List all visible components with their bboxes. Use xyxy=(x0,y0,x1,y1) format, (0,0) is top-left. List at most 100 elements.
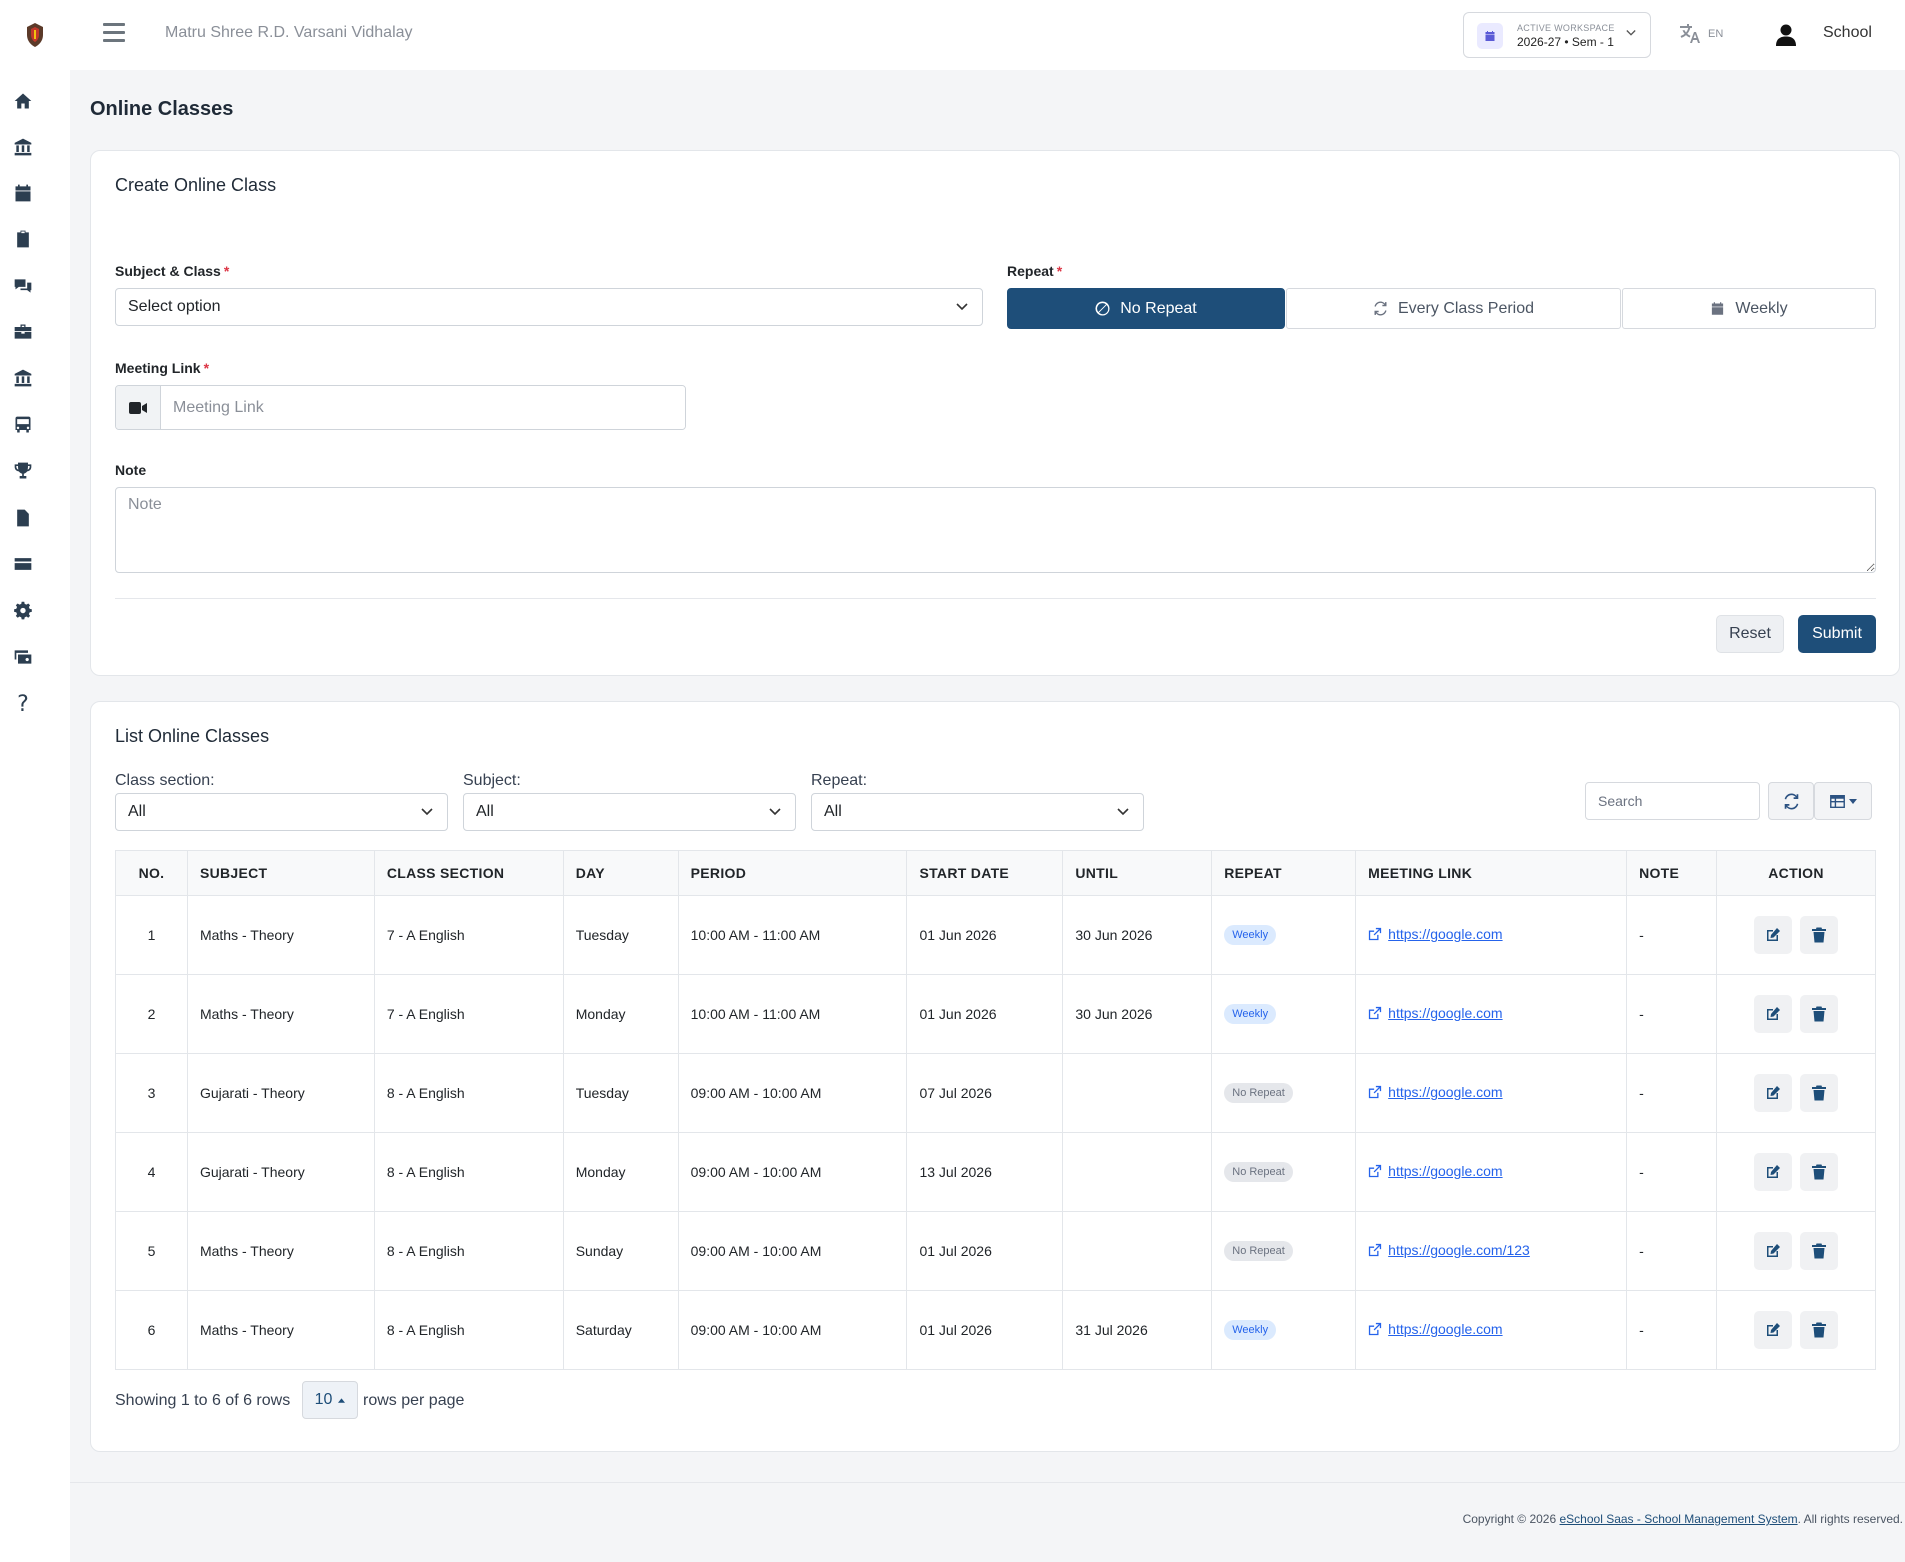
cell-start-date: 01 Jul 2026 xyxy=(906,1211,1064,1291)
trash-icon xyxy=(1811,1243,1827,1259)
copyright-suffix: . All rights reserved. xyxy=(1797,1512,1903,1526)
sidebar-item-fees[interactable] xyxy=(11,645,35,669)
delete-button[interactable] xyxy=(1800,1232,1838,1270)
translate-icon xyxy=(1680,24,1700,43)
pagination-info: Showing 1 to 6 of 6 rows xyxy=(115,1392,291,1409)
menu-toggle-icon[interactable] xyxy=(103,23,125,45)
repeat-option-weekly[interactable]: Weekly xyxy=(1622,288,1876,329)
user-name[interactable]: School xyxy=(1823,24,1872,42)
workspace-selector[interactable]: ACTIVE WORKSPACE 2026-27 • Sem - 1 xyxy=(1463,12,1651,58)
repeat-option-no-repeat[interactable]: No Repeat xyxy=(1007,288,1285,329)
subject-filter-select[interactable]: All xyxy=(463,793,796,831)
meeting-link[interactable]: https://google.com xyxy=(1368,1321,1503,1337)
delete-button[interactable] xyxy=(1800,1311,1838,1349)
column-header[interactable]: CLASS SECTION xyxy=(373,850,564,896)
reset-button[interactable]: Reset xyxy=(1716,615,1784,653)
column-header[interactable]: START DATE xyxy=(906,850,1064,896)
edit-button[interactable] xyxy=(1754,1153,1792,1191)
page-title: Online Classes xyxy=(90,98,234,120)
repeat-badge: Weekly xyxy=(1224,925,1277,945)
meeting-link[interactable]: https://google.com xyxy=(1368,1163,1503,1179)
chevron-down-icon xyxy=(956,303,968,311)
delete-button[interactable] xyxy=(1800,1153,1838,1191)
edit-icon xyxy=(1765,1085,1781,1101)
sidebar-item-calendar[interactable] xyxy=(11,181,35,205)
meeting-link-text: https://google.com/123 xyxy=(1388,1242,1530,1258)
delete-button[interactable] xyxy=(1800,916,1838,954)
repeat-option-every-class-period[interactable]: Every Class Period xyxy=(1286,288,1621,329)
cell-class-section: 8 - A English xyxy=(373,1290,564,1370)
chevron-down-icon xyxy=(421,808,433,816)
edit-button[interactable] xyxy=(1754,1074,1792,1112)
repeat-filter-select[interactable]: All xyxy=(811,793,1144,831)
school-logo-icon[interactable] xyxy=(24,22,46,48)
columns-toggle-button[interactable] xyxy=(1814,782,1872,820)
cell-subject: Maths - Theory xyxy=(186,1211,375,1291)
meeting-link[interactable]: https://google.com xyxy=(1368,1084,1503,1100)
class-section-filter-select[interactable]: All xyxy=(115,793,448,831)
search-input[interactable] xyxy=(1585,782,1760,820)
column-header[interactable]: PERIOD xyxy=(677,850,908,896)
sidebar-item-home[interactable] xyxy=(11,89,35,113)
delete-button[interactable] xyxy=(1800,1074,1838,1112)
cell-note: - xyxy=(1626,974,1718,1054)
list-card-title: List Online Classes xyxy=(115,726,270,746)
user-avatar-icon[interactable] xyxy=(1775,23,1797,47)
language-selector[interactable]: EN xyxy=(1677,22,1723,46)
external-link-icon xyxy=(1368,1322,1382,1336)
external-link-icon xyxy=(1368,1243,1382,1257)
edit-button[interactable] xyxy=(1754,1232,1792,1270)
sidebar-item-settings[interactable] xyxy=(11,599,35,623)
column-header[interactable]: MEETING LINK xyxy=(1355,850,1628,896)
page-size-select[interactable]: 10 xyxy=(302,1381,358,1419)
sidebar-item-finance[interactable] xyxy=(11,366,35,390)
sidebar-item-exams[interactable] xyxy=(11,227,35,251)
repeat-label: Repeat * xyxy=(1007,263,1062,279)
sidebar-item-messages[interactable] xyxy=(11,274,35,298)
video-camera-icon xyxy=(116,386,161,429)
cell-meeting-link: https://google.com xyxy=(1355,974,1628,1054)
meeting-link[interactable]: https://google.com xyxy=(1368,926,1503,942)
sidebar-item-staff[interactable] xyxy=(11,320,35,344)
submit-button[interactable]: Submit xyxy=(1798,615,1876,653)
cell-class-section: 8 - A English xyxy=(373,1211,564,1291)
meeting-link[interactable]: https://google.com/123 xyxy=(1368,1242,1530,1258)
sidebar-item-transport[interactable] xyxy=(11,413,35,437)
repeat-badge: No Repeat xyxy=(1224,1241,1293,1261)
table-row: 1 Maths - Theory 7 - A English Tuesday 10:00… xyxy=(115,895,1876,975)
help-icon[interactable]: ? xyxy=(11,692,35,717)
sidebar-item-reports[interactable] xyxy=(11,506,35,530)
meeting-link[interactable]: https://google.com xyxy=(1368,1005,1503,1021)
edit-button[interactable] xyxy=(1754,995,1792,1033)
footer-link[interactable]: eSchool Saas - School Management System xyxy=(1560,1512,1798,1526)
cell-start-date: 07 Jul 2026 xyxy=(906,1053,1064,1133)
sidebar-item-academics[interactable] xyxy=(11,135,35,159)
topbar: Matru Shree R.D. Varsani Vidhalay ACTIVE… xyxy=(70,0,1905,70)
column-header[interactable]: DAY xyxy=(562,850,679,896)
repeat-badge: No Repeat xyxy=(1224,1162,1293,1182)
subject-class-select[interactable]: Select option xyxy=(115,288,983,326)
note-textarea[interactable] xyxy=(115,487,1876,573)
cell-meeting-link: https://google.com xyxy=(1355,1132,1628,1212)
column-header: ACTION xyxy=(1716,850,1876,896)
cell-period: 09:00 AM - 10:00 AM xyxy=(677,1132,908,1212)
column-header[interactable]: NO. xyxy=(115,850,188,896)
column-header[interactable]: NOTE xyxy=(1626,850,1718,896)
meeting-link-input[interactable] xyxy=(161,386,685,429)
table-body: 1 Maths - Theory 7 - A English Tuesday 10:00… xyxy=(115,895,1876,1370)
edit-button[interactable] xyxy=(1754,916,1792,954)
institution-icon xyxy=(14,138,32,156)
note-label: Note xyxy=(115,462,147,478)
cell-period: 10:00 AM - 11:00 AM xyxy=(677,974,908,1054)
delete-button[interactable] xyxy=(1800,995,1838,1033)
column-header[interactable]: REPEAT xyxy=(1211,850,1357,896)
refresh-button[interactable] xyxy=(1768,782,1814,820)
sidebar-item-payments[interactable] xyxy=(11,552,35,576)
column-header[interactable]: SUBJECT xyxy=(186,850,375,896)
edit-button[interactable] xyxy=(1754,1311,1792,1349)
sidebar-item-achievements[interactable] xyxy=(11,459,35,483)
cell-start-date: 13 Jul 2026 xyxy=(906,1132,1064,1212)
column-header[interactable]: UNTIL xyxy=(1062,850,1213,896)
repeat-label-text: Repeat xyxy=(1007,263,1054,279)
copyright-text: Copyright © 2026 eSchool Saas - School M… xyxy=(1463,1512,1903,1526)
